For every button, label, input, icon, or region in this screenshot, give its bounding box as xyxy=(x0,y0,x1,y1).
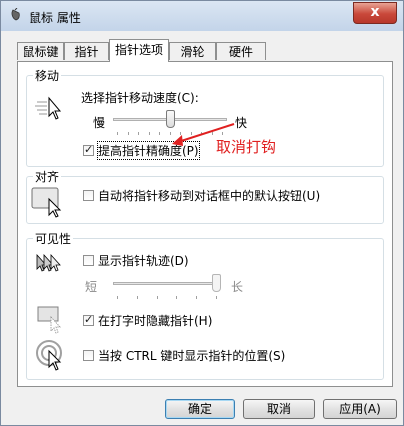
hide-while-typing-checkbox[interactable] xyxy=(83,313,94,326)
pointer-trails-label[interactable]: 显示指针轨迹(D) xyxy=(98,252,189,269)
slider-tick xyxy=(176,296,178,299)
pointer-trails-checkbox[interactable] xyxy=(83,255,94,266)
hide-while-typing-label[interactable]: 在打字时隐藏指针(H) xyxy=(98,312,212,329)
title-bar: 鼠标 属性 x xyxy=(1,1,403,31)
slider-tick xyxy=(196,296,198,299)
slider-tick xyxy=(216,296,217,299)
close-icon: x xyxy=(370,4,380,20)
slider-tick xyxy=(138,132,139,135)
trails-long-label: 长 xyxy=(231,280,244,294)
tab-buttons[interactable]: 鼠标键 xyxy=(17,42,64,60)
tab-pointer-options[interactable]: 指针选项 xyxy=(109,39,169,62)
tab-wheel[interactable]: 滑轮 xyxy=(169,42,216,60)
apply-button[interactable]: 应用(A) xyxy=(323,399,397,419)
close-button[interactable]: x xyxy=(353,2,397,24)
trails-slider-thumb[interactable] xyxy=(212,274,221,292)
slider-tick xyxy=(156,296,158,299)
speed-label: 选择指针移动速度(C): xyxy=(81,91,199,105)
show-location-ctrl-checkbox[interactable] xyxy=(83,350,94,361)
show-location-ctrl-icon xyxy=(36,340,62,371)
snap-to-default-label[interactable]: 自动将指针移动到对话框中的默认按钮(U) xyxy=(98,187,320,204)
speed-slow-label: 慢 xyxy=(93,116,106,130)
trails-slider-track xyxy=(113,282,221,285)
pointer-trails-icon xyxy=(36,253,61,272)
trails-short-label: 短 xyxy=(85,280,98,294)
visibility-group-label: 可见性 xyxy=(33,230,74,247)
slider-tick xyxy=(117,132,118,135)
slider-tick xyxy=(148,132,150,135)
window-title: 鼠标 属性 xyxy=(29,11,81,25)
ok-button[interactable]: 确定 xyxy=(165,399,235,419)
annotation-text: 取消打钩 xyxy=(216,138,277,156)
mouse-app-icon xyxy=(11,8,20,21)
mouse-properties-window: 鼠标 属性 x 鼠标键 指针 指针选项 滑轮 硬件 移动 选择指针移动速度(C)… xyxy=(0,0,404,426)
cancel-button[interactable]: 取消 xyxy=(243,399,315,419)
tab-hardware[interactable]: 硬件 xyxy=(216,42,266,60)
snap-group-label: 对齐 xyxy=(33,168,62,185)
hide-while-typing-icon xyxy=(37,306,61,334)
tab-pointers[interactable]: 指针 xyxy=(64,42,109,60)
slider-tick xyxy=(127,132,129,135)
visibility-group: 可见性 显示指针轨迹(D) 短 长 在打字时隐藏指针(H) xyxy=(26,230,384,380)
trails-slider-ticks xyxy=(117,296,217,300)
show-location-ctrl-label[interactable]: 当按 CTRL 键时显示指针的位置(S) xyxy=(98,347,285,364)
motion-group-label: 移动 xyxy=(33,67,62,84)
slider-tick xyxy=(136,296,138,299)
snap-to-default-icon xyxy=(31,187,62,218)
pointer-speed-icon xyxy=(35,96,62,120)
slider-tick xyxy=(159,132,160,135)
slider-tick xyxy=(117,296,118,299)
enhance-precision-checkbox[interactable] xyxy=(83,143,94,156)
snap-to-group: 对齐 自动将指针移动到对话框中的默认按钮(U) xyxy=(26,168,384,224)
snap-to-default-checkbox[interactable] xyxy=(83,190,94,201)
pointer-options-panel: 移动 选择指针移动速度(C): 慢 快 提高指针精确度(P) xyxy=(17,61,393,387)
